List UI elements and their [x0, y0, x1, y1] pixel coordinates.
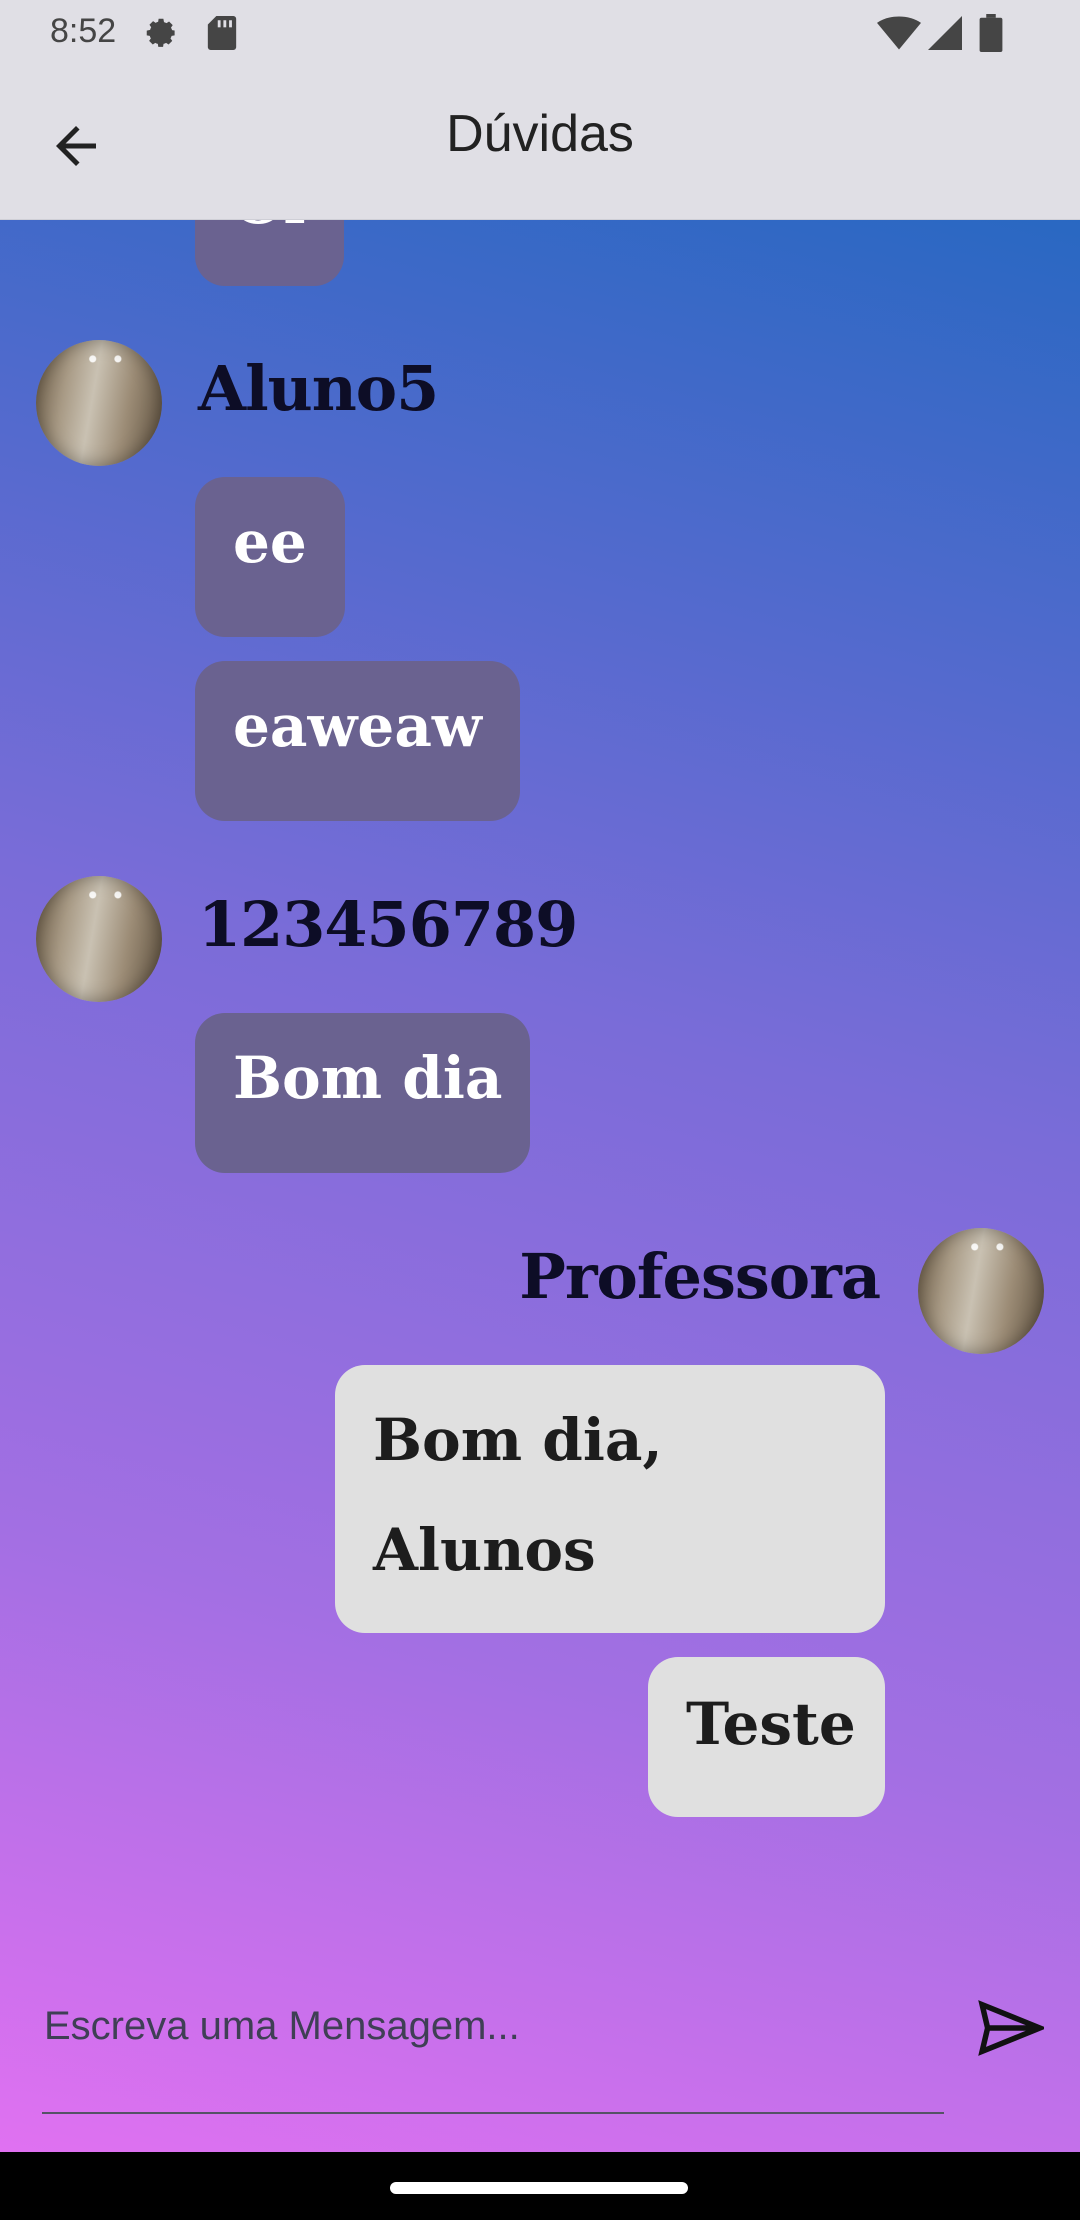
wifi-icon	[877, 16, 921, 50]
battery-icon	[979, 14, 1003, 52]
avatar[interactable]	[36, 876, 162, 1002]
message-text: Bom dia	[233, 1044, 503, 1112]
message-text: Teste	[686, 1690, 856, 1758]
page-title: Dúvidas	[446, 105, 634, 163]
sender-name: Aluno5	[198, 352, 439, 425]
sender-name: Professora	[519, 1240, 881, 1313]
status-bar: 8:52	[0, 0, 1080, 64]
message-bubble[interactable]: Bom dia	[195, 1013, 530, 1173]
message-bubble[interactable]: eaweaw	[195, 661, 520, 821]
settings-gear-icon	[146, 18, 176, 47]
avatar[interactable]	[918, 1228, 1044, 1354]
message-text: eaweaw	[233, 692, 482, 760]
status-time: 8:52	[50, 12, 117, 50]
message-text: Bom dia, Alunos	[373, 1406, 663, 1585]
message-bubble[interactable]: Bom dia, Alunos	[335, 1365, 885, 1633]
sd-card-icon	[207, 16, 237, 50]
message-bubble[interactable]: Ol	[195, 220, 344, 286]
avatar[interactable]	[36, 340, 162, 466]
send-icon[interactable]	[978, 2000, 1044, 2056]
message-input[interactable]	[42, 1995, 948, 2057]
app-bar: Dúvidas	[0, 64, 1080, 220]
message-bubble[interactable]: Teste	[648, 1657, 885, 1817]
system-nav-bar	[0, 2152, 1080, 2220]
cell-signal-icon	[928, 16, 962, 50]
sender-name: 123456789	[198, 888, 578, 961]
message-bubble[interactable]: ee	[195, 477, 345, 637]
input-underline	[42, 2112, 944, 2114]
home-gesture-handle[interactable]	[390, 2182, 688, 2194]
chat-message-list[interactable]: Ol Aluno5 ee eaweaw 123456789 Bom dia Pr…	[0, 220, 1080, 2152]
message-text: Ol	[233, 220, 306, 237]
message-text: ee	[233, 508, 307, 576]
